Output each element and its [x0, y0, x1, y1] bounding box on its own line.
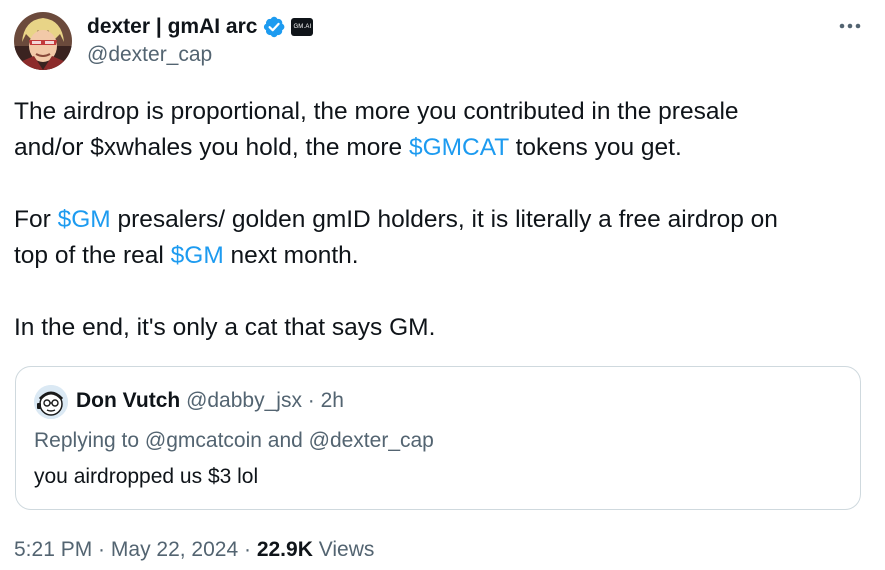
tweet: dexter | gmAI arc GM.AI @dexter_cap The … — [0, 0, 885, 570]
quoted-author-avatar[interactable] — [34, 385, 68, 419]
tweet-text: For — [14, 206, 58, 233]
tweet-text: and/or $xwhales you hold, the more — [14, 134, 409, 161]
tweet-timestamp[interactable]: 5:21 PM · May 22, 2024 — [14, 538, 238, 561]
tweet-text: next month. — [223, 242, 359, 269]
verified-badge-icon — [263, 16, 285, 38]
tweet-text-line: and/or $xwhales you hold, the more $GMCA… — [14, 130, 874, 166]
cashtag-link[interactable]: $GM — [171, 242, 224, 269]
tweet-text: top of the real — [14, 242, 171, 269]
quoted-replying-to: Replying to @gmcatcoin and @dexter_cap — [34, 429, 434, 452]
tweet-text: tokens you get. — [508, 134, 682, 161]
avatar-image — [14, 12, 72, 70]
quoted-display-name[interactable]: Don Vutch — [76, 389, 180, 412]
views-count: 22.9K — [256, 538, 313, 561]
separator: · — [92, 538, 111, 561]
separator: · — [301, 389, 321, 412]
separator: · — [238, 538, 257, 561]
avatar-cartoon-icon — [34, 385, 68, 419]
affiliation-badge[interactable]: GM.AI — [291, 18, 314, 36]
tweet-time: 5:21 PM — [14, 538, 93, 561]
tweet-text: In the end, it's only a cat that says GM… — [14, 314, 436, 341]
views-label: Views — [318, 538, 375, 561]
tweet-text-line: In the end, it's only a cat that says GM… — [14, 310, 874, 346]
tweet-text-line: The airdrop is proportional, the more yo… — [14, 94, 874, 130]
author-display-name[interactable]: dexter | gmAI arc — [87, 15, 257, 39]
tweet-text: The airdrop is proportional, the more yo… — [14, 98, 739, 125]
quoted-tweet-card[interactable]: Don Vutch @dabby_jsx · 2h Replying to @g… — [15, 366, 861, 510]
more-options-button[interactable] — [832, 12, 868, 40]
cashtag-link[interactable]: $GMCAT — [409, 134, 509, 161]
cashtag-link[interactable]: $GM — [58, 206, 111, 233]
author-avatar[interactable] — [14, 12, 72, 70]
quoted-text: you airdropped us $3 lol — [34, 465, 259, 488]
author-name-row: dexter | gmAI arc GM.AI — [87, 13, 314, 41]
views-link[interactable]: 22.9K Views — [257, 538, 375, 561]
quoted-handle[interactable]: @dabby_jsx — [186, 389, 302, 412]
tweet-text-line: For $GM presalers/ golden gmID holders, … — [14, 202, 874, 238]
tweet-text-line: top of the real $GM next month. — [14, 238, 874, 274]
tweet-meta-row: 5:21 PM · May 22, 2024 · 22.9K Views — [14, 538, 374, 562]
quoted-time[interactable]: 2h — [321, 389, 344, 412]
more-options-icon — [839, 23, 861, 29]
author-handle[interactable]: @dexter_cap — [87, 43, 212, 67]
quoted-header: Don Vutch @dabby_jsx · 2h — [76, 389, 344, 413]
tweet-date: May 22, 2024 — [110, 538, 239, 561]
tweet-text: presalers/ golden gmID holders, it is li… — [110, 206, 778, 233]
